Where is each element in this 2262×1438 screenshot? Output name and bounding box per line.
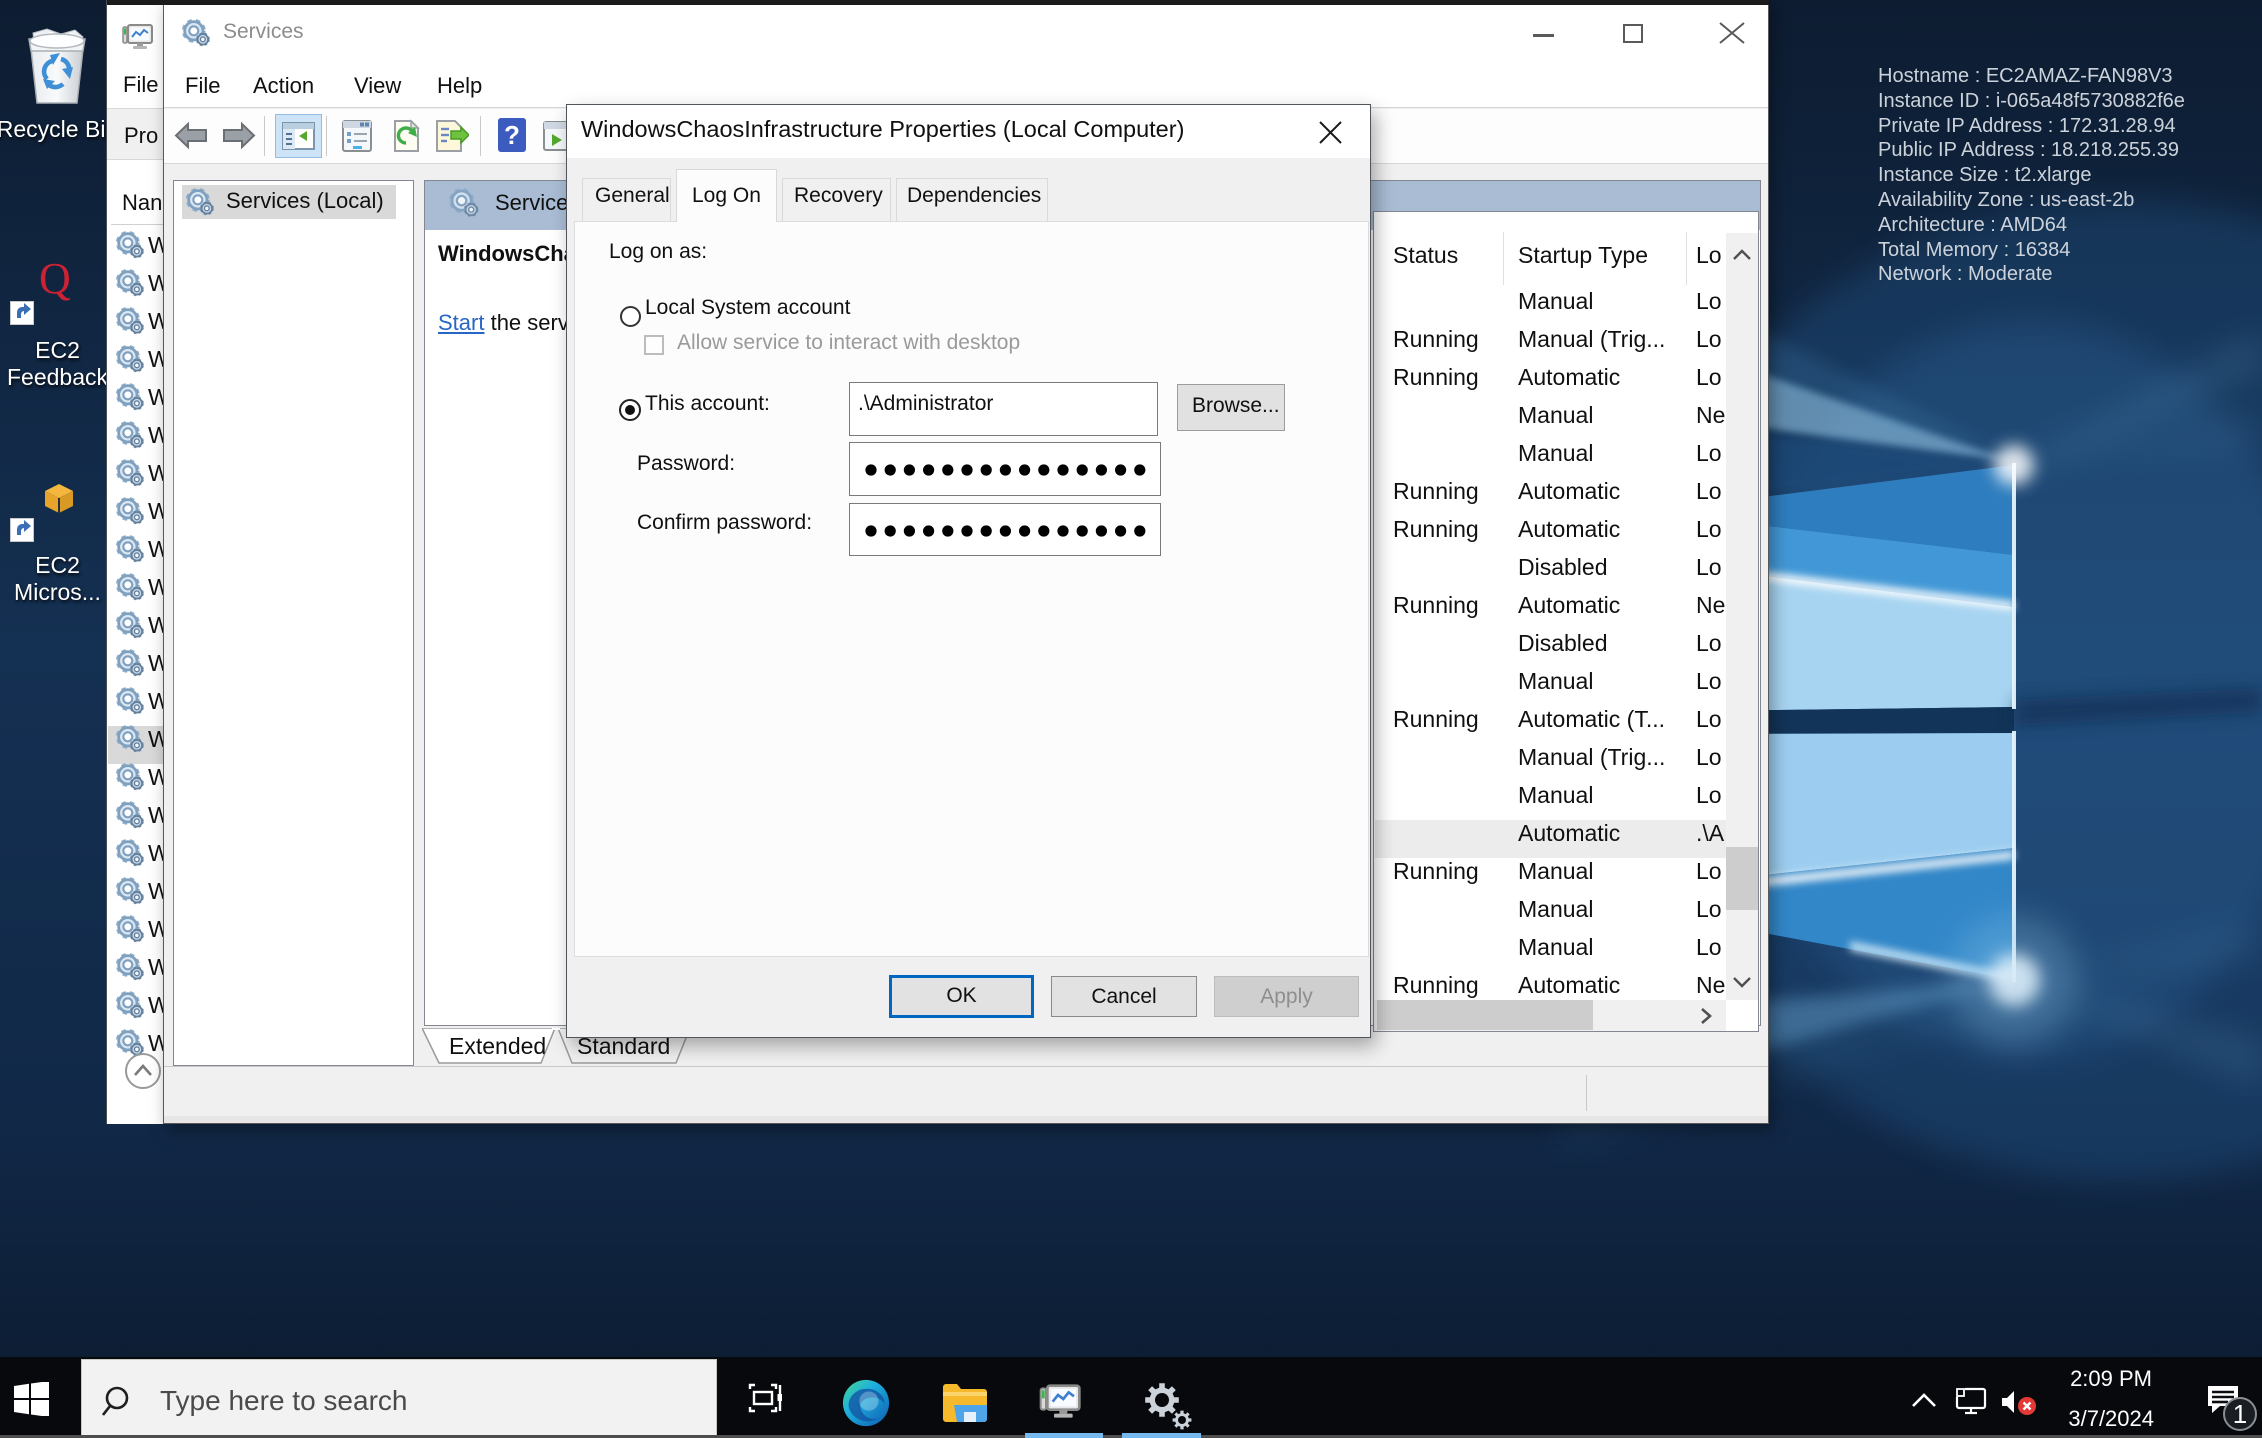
svg-text:1: 1 bbox=[2233, 1399, 2247, 1429]
